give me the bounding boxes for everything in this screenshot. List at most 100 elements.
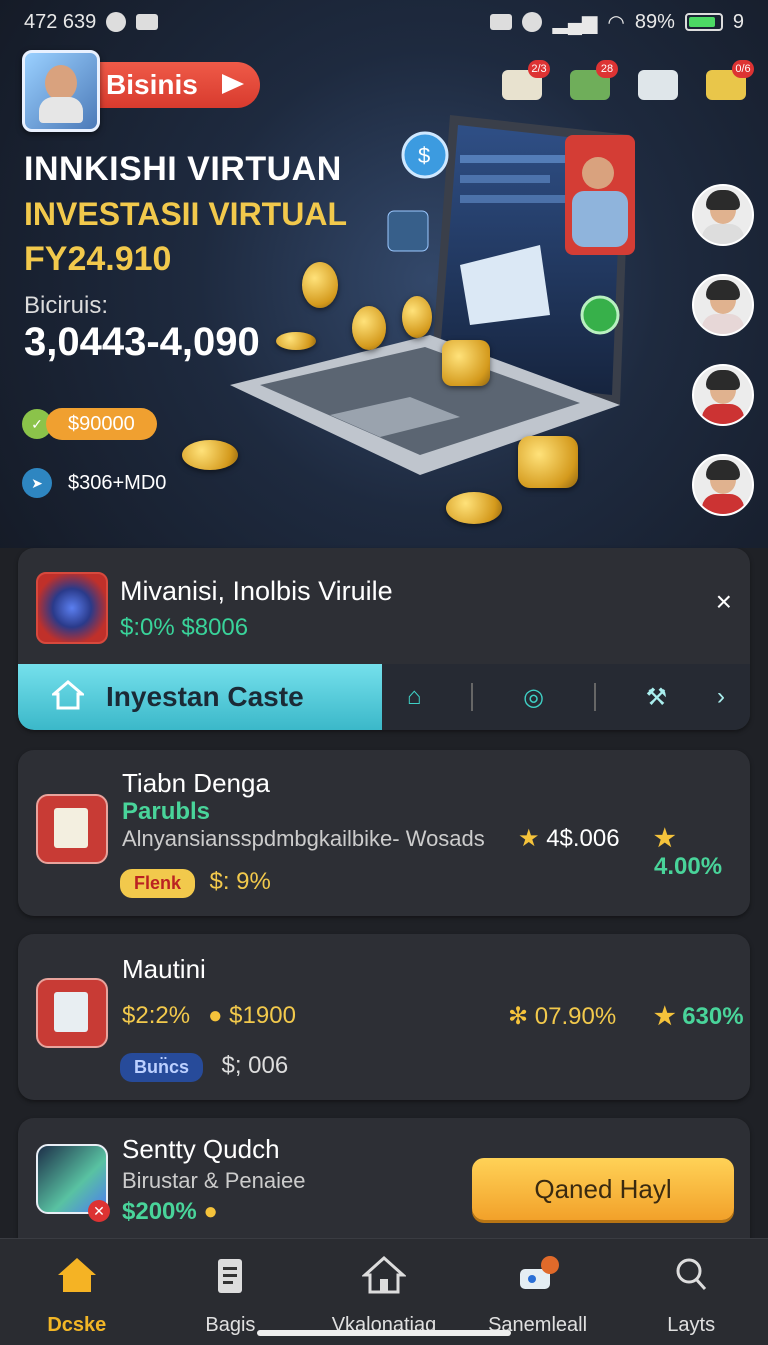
profile-avatar[interactable] — [22, 50, 100, 132]
coin-icon — [302, 262, 338, 308]
hammer-tab-icon[interactable]: ⚒ — [646, 683, 668, 712]
item-badge: Bun̈cs — [120, 1053, 204, 1082]
contact-avatar[interactable] — [692, 274, 754, 336]
secondary-amount: $306+MD0 — [68, 471, 167, 494]
amount-pill-row[interactable]: ✓ $90000 — [22, 408, 157, 440]
contact-avatars — [692, 184, 754, 516]
item-value: $200% ● — [122, 1198, 218, 1225]
battery-icon — [684, 13, 723, 31]
notification-subtitle: $:0% $8006 — [120, 614, 249, 641]
status-time: 472 639 — [24, 10, 97, 33]
arrow-icon: ➤ — [22, 468, 52, 498]
nav-item-layts[interactable]: Layts — [616, 1239, 766, 1337]
item-name: Mautini — [122, 954, 206, 984]
primary-cta-button[interactable]: Qaned Hayl — [472, 1158, 734, 1220]
svg-text:$: $ — [418, 143, 430, 168]
nav-item-home[interactable]: Dcske — [2, 1239, 152, 1337]
amount-pill: $90000 — [46, 408, 157, 440]
error-icon: ✕ — [88, 1200, 110, 1222]
location-icon — [106, 12, 127, 32]
device-icon — [36, 978, 108, 1048]
robot-icon — [519, 1256, 559, 1289]
coin-icon — [352, 306, 386, 350]
contact-avatar[interactable] — [692, 454, 754, 516]
clipboard-icon — [218, 1259, 243, 1293]
top-icon-row: 2/3 28 0/6 — [498, 60, 754, 102]
item-line: $2:2% — [122, 1002, 191, 1029]
coin-stack-icon — [518, 436, 578, 488]
alarm-icon — [522, 12, 543, 32]
laptop-illustration: $ — [230, 115, 635, 475]
house-outline-icon — [361, 1255, 407, 1294]
item-desc: Birustar & Penaiee — [122, 1168, 306, 1193]
nav-item-sanemleall[interactable]: Sanemleall — [463, 1239, 613, 1337]
search-icon — [676, 1258, 707, 1291]
secondary-amount-row: ➤ $306+MD0 — [22, 468, 166, 498]
chevron-right-icon[interactable]: › — [717, 683, 725, 711]
notification-card: Mivanisi, Inolbis Viruile $:0% $8006 × I… — [18, 548, 750, 730]
home-indicator[interactable] — [257, 1330, 511, 1336]
list-item[interactable]: Tiabn Denga Parubls Alnyansiansspdmbgkai… — [18, 750, 750, 916]
badge: 2/3 — [528, 60, 550, 78]
badge: 28 — [596, 60, 618, 78]
contact-avatar[interactable] — [692, 184, 754, 246]
divider — [471, 683, 474, 711]
tab-invest[interactable]: Inyestan Caste — [18, 664, 382, 730]
tab-invest-label: Inyestan Caste — [106, 681, 304, 712]
bottom-nav: Dcske Bagis Vkalonatiag Sanemleall Layts — [0, 1238, 768, 1345]
item-name: Sentty Qudch — [122, 1134, 280, 1164]
signal-tab-icon[interactable]: ◎ — [523, 683, 544, 712]
gear-icon: ✻ — [508, 1003, 529, 1030]
item-stat-2: ★ 4.00% — [654, 825, 723, 880]
star-icon: ★ — [654, 825, 676, 852]
coin-icon — [182, 440, 238, 470]
hero-label: Biciruis: — [24, 292, 109, 319]
house-icon — [52, 680, 84, 710]
device-icon[interactable] — [634, 60, 682, 102]
camera-icon — [490, 14, 513, 30]
item-stat-1: ✻ 07.90% — [508, 1003, 617, 1030]
coin-icon — [276, 332, 316, 350]
close-icon[interactable]: × — [716, 586, 732, 618]
item-desc: Alnyansiansspdmbgkailbike- Wosads — [122, 826, 485, 851]
item-extra: $; 006 — [221, 1052, 289, 1079]
user-alert-icon — [36, 572, 108, 644]
nav-item-vkalonatiag[interactable]: Vkalonatiag — [309, 1239, 459, 1337]
nav-label: Layts — [667, 1314, 716, 1336]
status-extra: 9 — [732, 10, 744, 33]
coin-icon: ● — [208, 1002, 223, 1029]
send-icon — [222, 74, 244, 94]
coin-stack-icon — [442, 340, 490, 386]
tab-bar: Inyestan Caste ⌂ ◎ ⚒ › — [18, 664, 750, 730]
coin-icon — [446, 492, 502, 524]
item-badge-row: Flenk $: 9% — [120, 868, 271, 898]
money-stack-icon[interactable]: 2/3 — [498, 60, 550, 102]
item-coin-value: ● $1900 — [208, 1002, 296, 1029]
contact-avatar[interactable] — [692, 364, 754, 426]
nav-label: Dcske — [47, 1314, 107, 1336]
hero-code: FY24.910 — [24, 240, 172, 278]
home-icon — [57, 1258, 96, 1292]
signal-icon: ▂▄▆ — [552, 11, 598, 34]
star-icon: ★ — [518, 825, 540, 852]
message-icon — [136, 14, 159, 30]
building-icon[interactable]: 28 — [566, 60, 618, 102]
item-name: Tiabn Denga — [122, 768, 270, 798]
nav-item-bagis[interactable]: Bagis — [155, 1239, 305, 1337]
item-tag: Parubls — [122, 798, 211, 825]
item-extra: $: 9% — [209, 868, 271, 895]
item-stat-2: ★ 630% — [654, 1003, 744, 1030]
business-pill-label: Bisinis — [106, 69, 198, 100]
battery-percent: 89% — [634, 10, 675, 33]
coin-icon — [402, 296, 432, 338]
item-stat-1: ★ 4$.006 — [518, 825, 620, 852]
item-badge-row: Bun̈cs $; 006 — [120, 1052, 288, 1082]
list-item[interactable]: Mautini $2:2% ● $1900 ✻ 07.90% ★ 630% Bu… — [18, 934, 750, 1100]
status-bar: 472 639 ▂▄▆ ◠ 89% 9 — [0, 0, 768, 44]
notification-title: Mivanisi, Inolbis Viruile — [120, 576, 393, 606]
gold-box-icon[interactable]: 0/6 — [702, 60, 754, 102]
star-icon: ★ — [654, 1003, 676, 1030]
home-tab-icon[interactable]: ⌂ — [407, 683, 422, 711]
wifi-icon: ◠ — [607, 11, 625, 34]
item-badge: Flenk — [120, 869, 196, 898]
